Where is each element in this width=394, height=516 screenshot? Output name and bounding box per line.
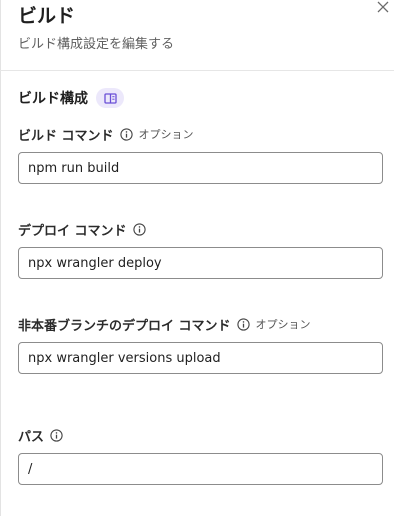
path-label: パス [18, 429, 45, 445]
section-header: ビルド構成 [18, 88, 124, 108]
page-subtitle: ビルド構成設定を編集する [18, 37, 175, 52]
deploy-command-value: npx wrangler deploy [28, 255, 162, 271]
panel-header: ビルド ビルド構成設定を編集する [18, 2, 374, 54]
close-button[interactable] [374, 0, 392, 14]
non-production-deploy-command-field: 非本番ブランチのデプロイ コマンド オプション npx wrangler ver… [18, 315, 383, 374]
build-command-input[interactable]: npm run build [18, 152, 383, 184]
header-divider [0, 70, 394, 71]
close-icon [377, 1, 389, 13]
deploy-command-label-row: デプロイ コマンド [18, 220, 383, 239]
deploy-command-label: デプロイ コマンド [18, 223, 127, 239]
build-command-value: npm run build [28, 160, 120, 176]
section-title: ビルド構成 [18, 91, 88, 107]
path-value: / [28, 461, 33, 477]
panel-left-border [0, 0, 1, 516]
non-production-deploy-command-label: 非本番ブランチのデプロイ コマンド [18, 318, 231, 334]
non-production-deploy-command-value: npx wrangler versions upload [28, 350, 221, 366]
build-command-field: ビルド コマンド オプション npm run build [18, 125, 383, 184]
deploy-command-input[interactable]: npx wrangler deploy [18, 247, 383, 279]
docs-link-button[interactable] [96, 88, 124, 108]
optional-tag: オプション [138, 128, 194, 141]
info-icon[interactable] [119, 127, 133, 141]
info-icon[interactable] [50, 428, 63, 442]
optional-tag: オプション [255, 318, 311, 331]
path-field: パス / [18, 426, 383, 485]
build-command-label-row: ビルド コマンド オプション [18, 125, 383, 144]
info-icon[interactable] [132, 222, 146, 236]
non-production-deploy-command-input[interactable]: npx wrangler versions upload [18, 342, 383, 374]
deploy-command-field: デプロイ コマンド npx wrangler deploy [18, 220, 383, 279]
path-label-row: パス [18, 426, 383, 445]
book-icon [103, 92, 117, 104]
page-title: ビルド [18, 5, 76, 27]
info-icon[interactable] [236, 317, 250, 331]
non-production-deploy-command-label-row: 非本番ブランチのデプロイ コマンド オプション [18, 315, 383, 334]
path-input[interactable]: / [18, 453, 383, 485]
build-command-label: ビルド コマンド [18, 128, 114, 144]
